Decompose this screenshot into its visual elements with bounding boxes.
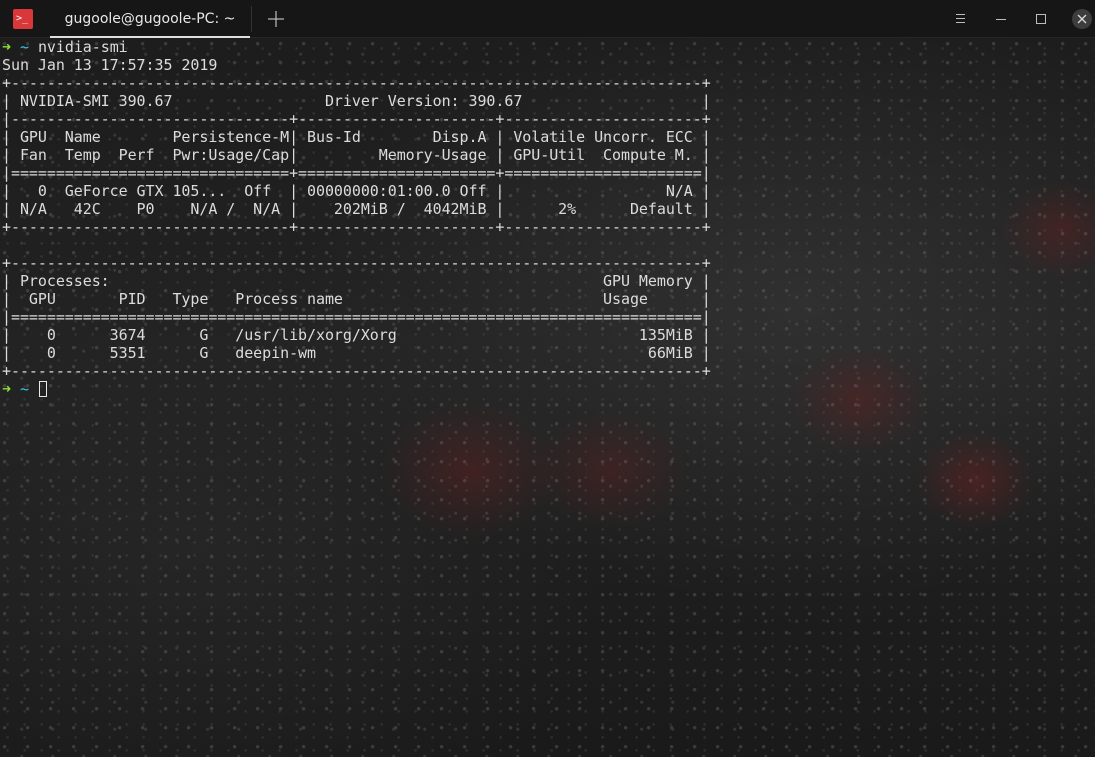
prompt-directory: ~ bbox=[19, 380, 29, 398]
prompt-directory: ~ bbox=[19, 38, 29, 56]
output-line: | Processes: GPU Memory | bbox=[2, 272, 711, 290]
output-line: | GPU Name Persistence-M| Bus-Id Disp.A … bbox=[2, 128, 711, 146]
command-output: Sun Jan 13 17:57:35 2019 +---------------… bbox=[2, 56, 1092, 380]
maximize-button[interactable] bbox=[1027, 5, 1055, 33]
close-icon bbox=[1072, 9, 1092, 29]
prompt-arrow: ➜ bbox=[2, 380, 11, 398]
output-line: | Fan Temp Perf Pwr:Usage/Cap| Memory-Us… bbox=[2, 146, 711, 164]
add-tab-button[interactable] bbox=[262, 5, 290, 33]
command-text: nvidia-smi bbox=[37, 38, 128, 56]
active-prompt-line[interactable]: ➜ ~ bbox=[2, 380, 1092, 398]
output-line: |===============================+=======… bbox=[2, 164, 711, 182]
output-line: | NVIDIA-SMI 390.67 Driver Version: 390.… bbox=[2, 92, 711, 110]
output-line: +---------------------------------------… bbox=[2, 254, 711, 272]
terminal-window: >_ gugoole@gugoole-PC: ~ ➜ ~ nvidia-smi … bbox=[0, 0, 1095, 757]
tab-terminal[interactable]: gugoole@gugoole-PC: ~ bbox=[50, 0, 250, 38]
minimize-icon bbox=[996, 19, 1006, 20]
command-line: ➜ ~ nvidia-smi bbox=[2, 38, 1092, 56]
menu-icon bbox=[956, 14, 965, 23]
output-line: +---------------------------------------… bbox=[2, 74, 711, 92]
terminal-output[interactable]: ➜ ~ nvidia-smi Sun Jan 13 17:57:35 2019 +… bbox=[2, 38, 1092, 753]
terminal-app-icon[interactable]: >_ bbox=[13, 9, 33, 29]
title-bar: >_ gugoole@gugoole-PC: ~ bbox=[0, 0, 1095, 38]
output-line: +---------------------------------------… bbox=[2, 362, 711, 380]
prompt-arrow: ➜ bbox=[2, 38, 11, 56]
output-line: | 0 5351 G deepin-wm 66MiB | bbox=[2, 344, 711, 362]
output-line: | N/A 42C P0 N/A / N/A | 202MiB / 4042Mi… bbox=[2, 200, 711, 218]
tab-divider bbox=[251, 6, 252, 32]
minimize-button[interactable] bbox=[987, 5, 1015, 33]
output-line: | GPU PID Type Process name Usage | bbox=[2, 290, 711, 308]
output-line: +-------------------------------+-------… bbox=[2, 218, 711, 236]
maximize-icon bbox=[1036, 14, 1046, 24]
menu-button[interactable] bbox=[946, 5, 974, 33]
output-line: | 0 3674 G /usr/lib/xorg/Xorg 135MiB | bbox=[2, 326, 711, 344]
tab-title: gugoole@gugoole-PC: ~ bbox=[64, 11, 236, 27]
plus-icon bbox=[268, 11, 284, 27]
output-line: | 0 GeForce GTX 105... Off | 00000000:01… bbox=[2, 182, 711, 200]
output-line: |-------------------------------+-------… bbox=[2, 110, 711, 128]
output-line: Sun Jan 13 17:57:35 2019 bbox=[2, 56, 218, 74]
text-cursor bbox=[38, 381, 47, 397]
output-line: |=======================================… bbox=[2, 308, 711, 326]
close-button[interactable] bbox=[1068, 5, 1095, 33]
